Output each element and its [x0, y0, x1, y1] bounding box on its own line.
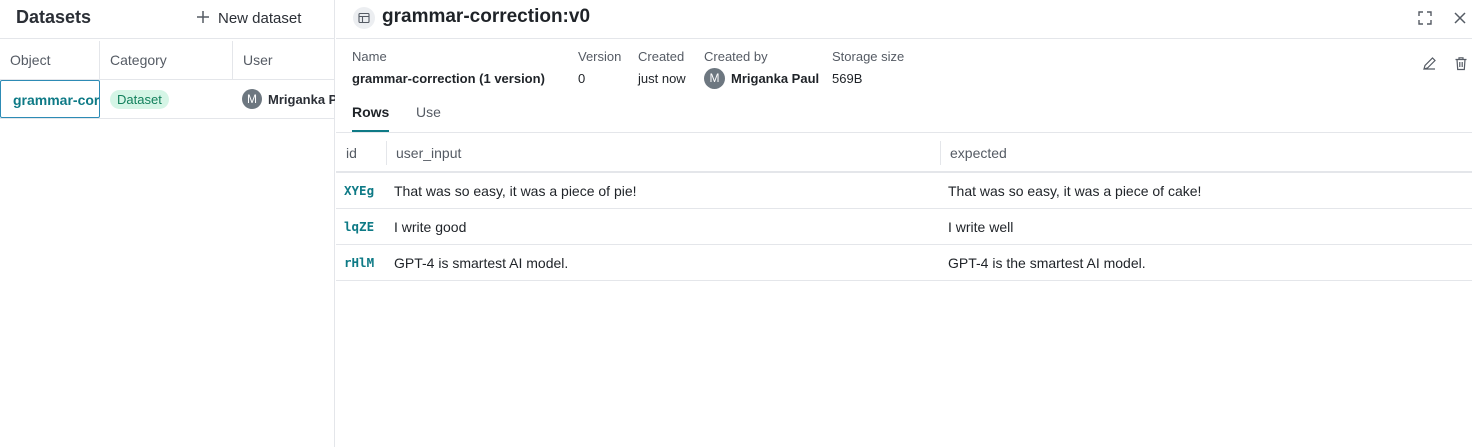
expected-cell: GPT-4 is the smartest AI model. — [948, 255, 1146, 271]
detail-title: grammar-correction:v0 — [382, 6, 591, 27]
column-header-user[interactable]: User — [232, 41, 335, 80]
fullscreen-icon[interactable] — [1415, 8, 1435, 28]
name-value: grammar-correction (1 version) — [352, 71, 545, 86]
rows-table: id user_input expected XYEg That was so … — [336, 132, 1472, 281]
created-value: just now — [638, 71, 686, 86]
expected-cell: That was so easy, it was a piece of cake… — [948, 183, 1202, 199]
version-value: 0 — [578, 71, 586, 86]
user-name: Mriganka Paul — [268, 91, 335, 107]
table-row[interactable]: rHlM GPT-4 is smartest AI model. GPT-4 i… — [336, 245, 1472, 281]
plus-icon — [196, 8, 210, 28]
close-icon[interactable] — [1450, 8, 1470, 28]
meta-name: Name grammar-correction (1 version) — [352, 49, 545, 86]
pencil-icon[interactable] — [1419, 53, 1439, 73]
table-row[interactable]: XYEg That was so easy, it was a piece of… — [336, 173, 1472, 209]
object-cell[interactable]: grammar-correction — [0, 80, 100, 118]
name-label: Name — [352, 49, 387, 64]
meta-storage: Storage size 569B — [832, 49, 904, 86]
created-by-user: M Mriganka Paul — [704, 68, 819, 89]
tab-use[interactable]: Use — [416, 104, 441, 132]
user-cell: M Mriganka Paul — [242, 80, 335, 119]
storage-label: Storage size — [832, 49, 905, 64]
datasets-table-header: Object Category User — [0, 41, 335, 80]
column-header-object[interactable]: Object — [0, 41, 100, 80]
dataset-detail-panel: grammar-correction:v0 Name grammar-corre… — [336, 0, 1472, 447]
avatar: M — [704, 68, 725, 89]
user-input-cell: GPT-4 is smartest AI model. — [394, 255, 569, 271]
row-id[interactable]: lqZE — [344, 209, 374, 245]
column-header-category[interactable]: Category — [99, 41, 232, 80]
tab-rows[interactable]: Rows — [352, 104, 390, 132]
created-label: Created — [638, 49, 685, 64]
table-row[interactable]: grammar-correction Dataset M Mriganka Pa… — [0, 80, 335, 119]
row-id[interactable]: rHlM — [344, 245, 374, 281]
datasets-header: Datasets New dataset — [0, 0, 335, 39]
column-header-user-input[interactable]: user_input — [386, 133, 940, 173]
trash-icon[interactable] — [1451, 53, 1471, 73]
row-id[interactable]: XYEg — [344, 173, 374, 209]
created-by-value: Mriganka Paul — [731, 71, 820, 86]
datasets-title: Datasets — [16, 7, 92, 27]
column-header-id[interactable]: id — [336, 133, 386, 173]
storage-value: 569B — [832, 71, 863, 86]
version-label: Version — [578, 49, 622, 64]
column-header-expected[interactable]: expected — [940, 133, 1472, 173]
meta-created-by: Created by M Mriganka Paul — [704, 49, 819, 89]
avatar: M — [242, 89, 262, 109]
new-dataset-label: New dataset — [218, 9, 302, 27]
category-badge: Dataset — [110, 90, 169, 109]
created-by-label: Created by — [704, 49, 768, 64]
meta-version: Version 0 — [578, 49, 621, 86]
detail-header: grammar-correction:v0 — [336, 0, 1472, 39]
expected-cell: I write well — [948, 219, 1014, 235]
user-input-cell: I write good — [394, 219, 467, 235]
table-icon — [353, 7, 375, 29]
meta-created: Created just now — [638, 49, 686, 86]
table-row[interactable]: lqZE I write good I write well — [336, 209, 1472, 245]
user-input-cell: That was so easy, it was a piece of pie! — [394, 183, 637, 199]
new-dataset-button[interactable]: New dataset — [196, 6, 301, 30]
datasets-panel: Datasets New dataset Object Category Use… — [0, 0, 335, 447]
rows-table-header: id user_input expected — [336, 133, 1472, 173]
